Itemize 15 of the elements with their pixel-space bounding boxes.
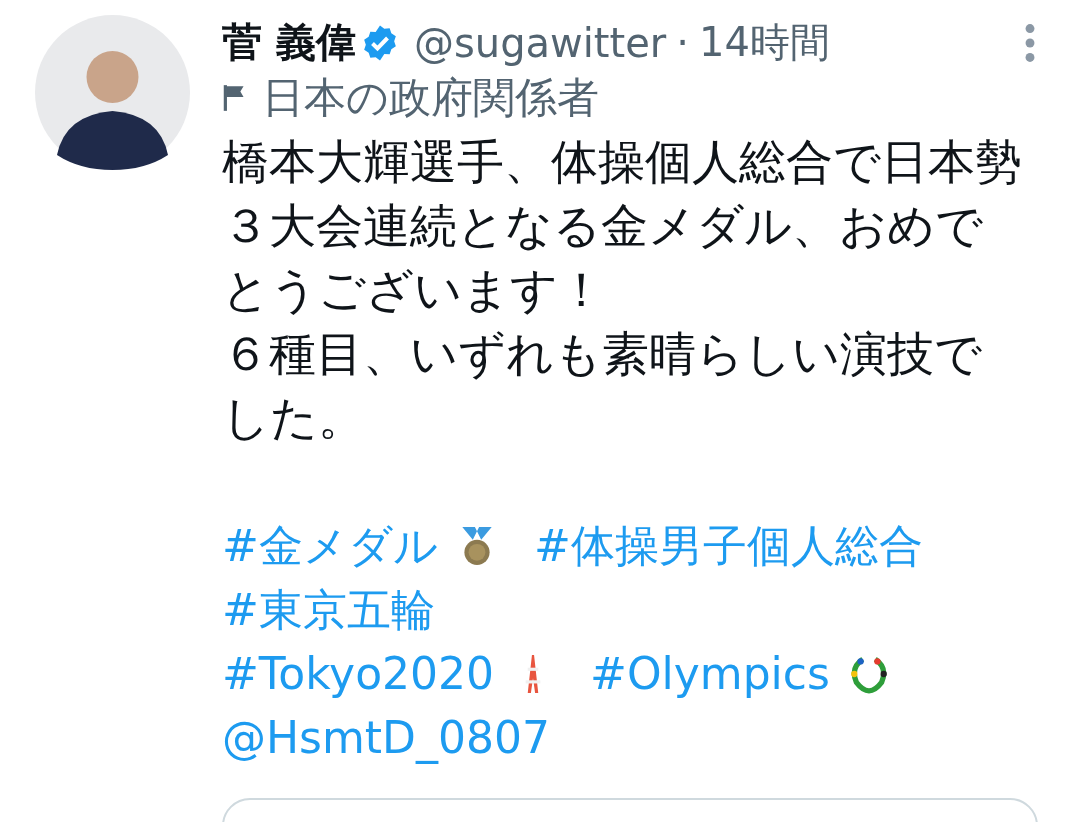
timestamp[interactable]: 14時間: [699, 15, 830, 70]
tweet-text: ６種目、いずれも素晴らしい演技でした。: [222, 325, 983, 447]
hashtag-link[interactable]: #金メダル: [222, 520, 438, 571]
more-options-icon[interactable]: [1024, 22, 1036, 63]
mention-link[interactable]: @HsmtD_0807: [222, 712, 550, 763]
tweet-text: 橋本大輝選手、体操個人総合で日本勢３大会連続となる金メダル、おめでとうございます！: [222, 133, 1022, 319]
author-handle[interactable]: @sugawitter: [413, 19, 667, 66]
hashtag-link[interactable]: #Olympics: [590, 648, 830, 699]
hashtag-link[interactable]: #東京五輪: [222, 584, 435, 635]
separator: ·: [676, 19, 689, 66]
author-name[interactable]: 菅 義偉: [222, 15, 356, 70]
affiliation-label: 日本の政府関係者: [262, 72, 599, 124]
avatar[interactable]: [35, 15, 190, 170]
hashtag-link[interactable]: #Tokyo2020: [222, 648, 495, 699]
hashtag-link[interactable]: #体操男子個人総合: [533, 520, 923, 571]
